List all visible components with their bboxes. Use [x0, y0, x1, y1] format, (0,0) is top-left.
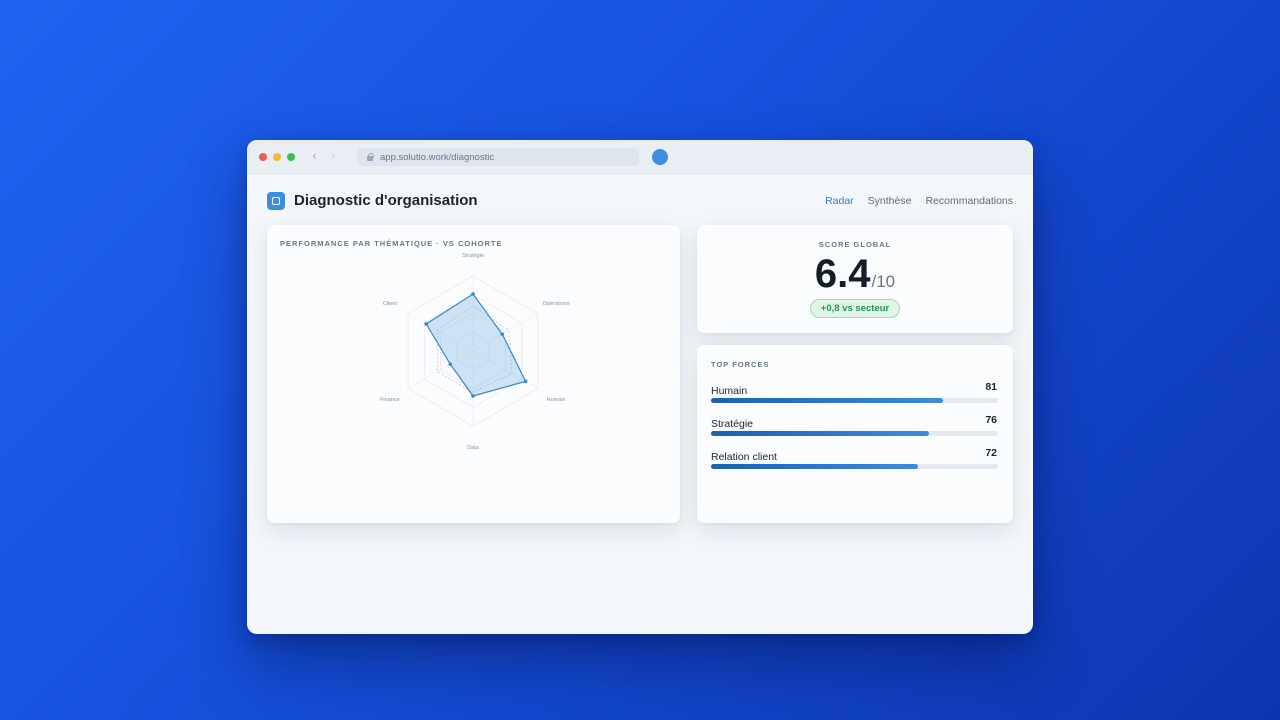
- radar-axis-label: Opérations: [543, 301, 570, 307]
- back-arrow-icon[interactable]: ‹: [312, 149, 317, 163]
- maximize-window-button[interactable]: [287, 153, 295, 161]
- force-value: 81: [985, 381, 997, 393]
- score-card-label: SCORE GLOBAL: [818, 240, 892, 249]
- tab-radar[interactable]: Radar: [825, 195, 854, 207]
- radar-score-point: [523, 379, 528, 384]
- radar-score-point: [448, 362, 453, 366]
- radar-score-point: [424, 322, 429, 326]
- force-progress-track: [711, 398, 998, 403]
- profile-avatar[interactable]: [652, 149, 668, 165]
- radar-chart: Stratégie Opérations Humain Data Finance Clie…: [380, 253, 570, 451]
- url-text: app.solutio.work/diagnostic: [380, 151, 495, 163]
- radar-score-point: [471, 394, 475, 398]
- radar-axis-label: Humain: [547, 397, 566, 403]
- radar-axis-label: Stratégie: [462, 253, 484, 259]
- app-logo-icon: [267, 192, 285, 210]
- view-tabs: Radar Synthèse Recommandations: [825, 195, 1013, 207]
- force-progress-fill: [711, 431, 930, 436]
- radar-score-area: [425, 293, 527, 397]
- forces-card-label: TOP FORCES: [711, 360, 770, 369]
- force-progress-track: [711, 464, 998, 469]
- app-header: Diagnostic d'organisation Radar Synthèse…: [267, 191, 1013, 213]
- forward-arrow-icon[interactable]: ›: [331, 149, 336, 163]
- force-progress-fill: [711, 464, 918, 469]
- force-item: Relation client 72: [711, 447, 998, 469]
- force-item: Humain 81: [711, 381, 998, 403]
- force-value: 76: [985, 414, 997, 426]
- force-progress-fill: [711, 398, 944, 403]
- score-value: 6.4: [814, 252, 871, 296]
- radar-card: PERFORMANCE PAR THÉMATIQUE · VS COHORTE …: [267, 225, 680, 523]
- force-name: Stratégie: [711, 418, 754, 430]
- force-value: 72: [985, 447, 997, 459]
- radar-axis-label: Data: [467, 445, 480, 451]
- radar-axis-label: Finance: [380, 397, 400, 403]
- minimize-window-button[interactable]: [273, 153, 281, 161]
- score-max: /10: [871, 272, 896, 291]
- force-item: Stratégie 76: [711, 414, 998, 436]
- radar-score-point: [471, 292, 475, 296]
- global-score: 6.4 /10: [697, 252, 1013, 297]
- radar-score-point: [500, 332, 505, 336]
- tab-recommandations[interactable]: Recommandations: [925, 195, 1013, 207]
- force-name: Relation client: [711, 451, 777, 463]
- browser-window: ‹ › app.solutio.work/diagnostic Diagnost…: [247, 140, 1033, 634]
- delta-badge: +0,8 vs secteur: [810, 299, 900, 318]
- force-name: Humain: [711, 385, 748, 397]
- close-window-button[interactable]: [259, 153, 267, 161]
- force-progress-track: [711, 431, 998, 436]
- forces-card: TOP FORCES Humain 81 Stratégie 76 Relati…: [697, 345, 1013, 523]
- radar-axis-label: Client: [383, 301, 398, 307]
- tab-synthese[interactable]: Synthèse: [868, 195, 912, 207]
- score-card: SCORE GLOBAL 6.4 /10 +0,8 vs secteur: [697, 225, 1013, 333]
- page-title: Diagnostic d'organisation: [294, 192, 478, 209]
- address-bar[interactable]: app.solutio.work/diagnostic: [357, 148, 639, 166]
- lock-icon: [366, 153, 374, 161]
- browser-titlebar: ‹ › app.solutio.work/diagnostic: [247, 140, 1033, 174]
